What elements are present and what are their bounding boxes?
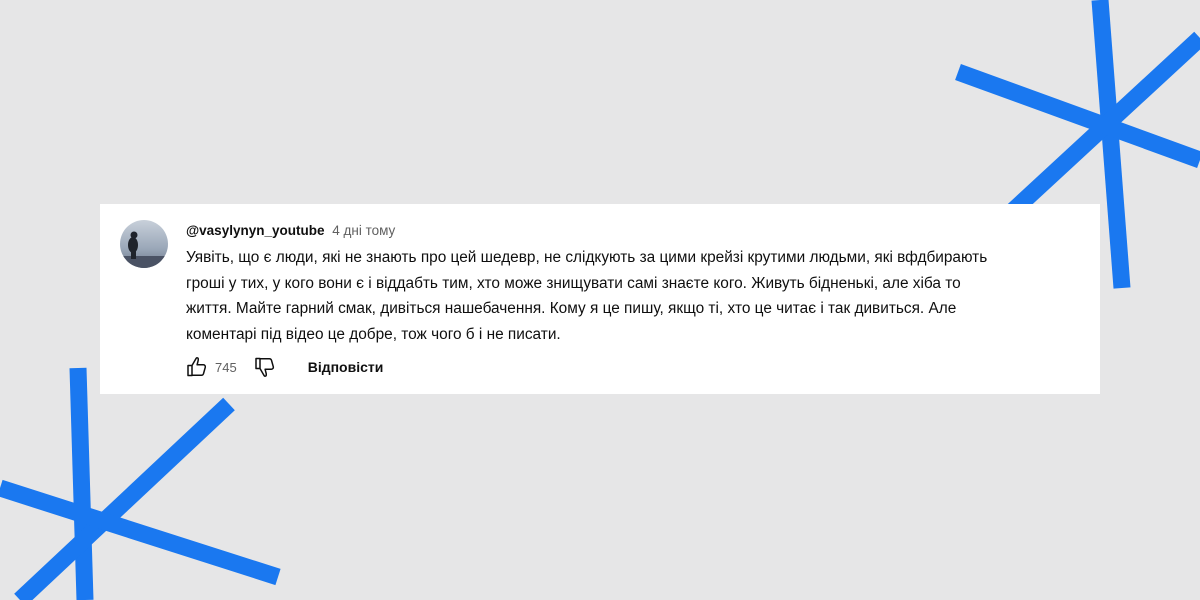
comment-line: коментарі під відео це добре, тож чого б… bbox=[186, 325, 561, 343]
comment-line: життя. Майте гарний смак, дивіться нашеб… bbox=[186, 300, 957, 317]
comment-line: Уявіть, що є люди, які не знають про цей… bbox=[186, 249, 988, 266]
like-count: 745 bbox=[215, 359, 237, 375]
comment-timestamp[interactable]: 4 дні тому bbox=[332, 223, 395, 238]
thumbs-down-icon bbox=[254, 357, 274, 377]
reply-button[interactable]: Відповісти bbox=[308, 359, 384, 375]
author-name[interactable]: @vasylynyn_youtube bbox=[186, 223, 324, 238]
dislike-button[interactable] bbox=[252, 354, 278, 380]
comment-card: @vasylynyn_youtube 4 дні тому Уявіть, що… bbox=[100, 204, 1100, 394]
avatar-image bbox=[120, 220, 168, 268]
comment-actions: 745 Відповісти bbox=[184, 354, 383, 380]
like-button[interactable] bbox=[184, 354, 210, 380]
thumbs-up-icon bbox=[187, 357, 207, 377]
asterisk-decoration-bottom-left bbox=[0, 367, 281, 600]
comment-line: гроші у тих, у кого вони є і віддабть ти… bbox=[186, 274, 961, 292]
avatar[interactable] bbox=[120, 220, 168, 268]
comment-text: Уявіть, що є люди, які не знають про цей… bbox=[186, 245, 1086, 347]
comment-header: @vasylynyn_youtube 4 дні тому bbox=[186, 222, 395, 240]
